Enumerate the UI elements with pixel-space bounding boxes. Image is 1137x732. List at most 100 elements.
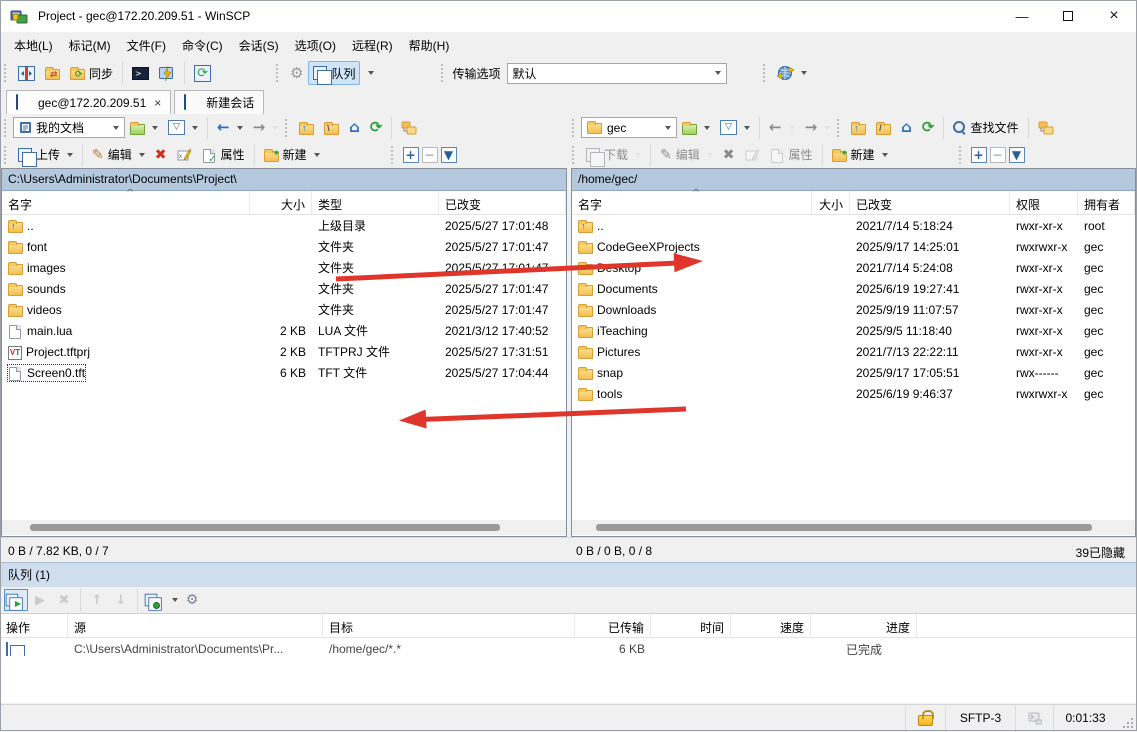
download-button[interactable]: 下载 bbox=[581, 143, 646, 167]
synchronize-button[interactable]: ⟳ 同步 bbox=[65, 61, 118, 85]
right-refresh-button[interactable]: ⟳ bbox=[917, 116, 940, 140]
file-row[interactable]: Desktop2021/7/14 5:24:08rwxr-xr-xgec bbox=[572, 257, 1135, 278]
refresh-button[interactable]: ⟳ bbox=[189, 61, 216, 85]
column-header-1[interactable]: 大小 bbox=[250, 191, 312, 214]
queue-column-header-2[interactable]: 目标 bbox=[323, 614, 575, 637]
left-collapse-button[interactable]: − bbox=[422, 147, 438, 163]
right-tree-button[interactable] bbox=[1033, 116, 1059, 140]
left-forward-button[interactable]: → bbox=[248, 116, 284, 140]
open-console-button[interactable]: > bbox=[127, 61, 154, 85]
column-header-3[interactable]: 权限 bbox=[1010, 191, 1078, 214]
right-back-button[interactable]: ← bbox=[764, 116, 800, 140]
queue-dropdown-button[interactable] bbox=[360, 61, 379, 85]
left-expand-button[interactable]: + bbox=[403, 147, 419, 163]
left-root-directory-button[interactable]: \ bbox=[319, 116, 344, 140]
file-row[interactable]: ↑..上级目录2025/5/27 17:01:48 bbox=[2, 215, 566, 236]
remote-horizontal-scrollbar[interactable] bbox=[572, 520, 1135, 535]
right-forward-button[interactable]: → bbox=[800, 116, 836, 140]
file-row[interactable]: images文件夹2025/5/27 17:01:47 bbox=[2, 257, 566, 278]
transfer-preset-combo[interactable]: 默认 bbox=[507, 63, 727, 84]
left-refresh-button[interactable]: ⟳ bbox=[365, 116, 388, 140]
file-row[interactable]: tools2025/6/19 9:46:37rwxrwxr-xgec bbox=[572, 383, 1135, 404]
find-files-button[interactable]: 查找文件 bbox=[948, 116, 1023, 140]
left-rename-button[interactable]: x bbox=[172, 143, 197, 167]
queue-column-header-5[interactable]: 速度 bbox=[731, 614, 811, 637]
left-home-button[interactable]: ⌂ bbox=[344, 116, 365, 140]
file-row[interactable]: videos文件夹2025/5/27 17:01:47 bbox=[2, 299, 566, 320]
menu-item-6[interactable]: 远程(R) bbox=[344, 33, 401, 58]
file-row[interactable]: font文件夹2025/5/27 17:01:47 bbox=[2, 236, 566, 257]
file-row[interactable]: Screen0.tft6 KBTFT 文件2025/5/27 17:04:44 bbox=[2, 362, 566, 383]
file-row[interactable]: iTeaching2025/9/5 11:18:40rwxr-xr-xgec bbox=[572, 320, 1135, 341]
right-delete-button[interactable]: ✖ bbox=[718, 143, 740, 167]
right-home-button[interactable]: ⌂ bbox=[896, 116, 917, 140]
left-new-button[interactable]: ✦ 新建 bbox=[259, 143, 325, 167]
minimize-button[interactable]: — bbox=[999, 0, 1045, 32]
queue-resume-button[interactable]: ▶ bbox=[28, 589, 52, 611]
queue-column-header-3[interactable]: 已传输 bbox=[575, 614, 651, 637]
right-parent-directory-button[interactable]: ↑ bbox=[846, 116, 871, 140]
left-drive-combo[interactable]: 我的文档 bbox=[13, 117, 125, 138]
file-row[interactable]: snap2025/9/17 17:05:51rwx------gec bbox=[572, 362, 1135, 383]
right-new-button[interactable]: ✦ 新建 bbox=[827, 143, 893, 167]
queue-column-header-1[interactable]: 源 bbox=[68, 614, 323, 637]
file-row[interactable]: ↑..2021/7/14 5:18:24rwxr-xr-xroot bbox=[572, 215, 1135, 236]
maximize-button[interactable] bbox=[1045, 0, 1091, 32]
menu-item-4[interactable]: 会话(S) bbox=[231, 33, 287, 58]
file-row[interactable]: CodeGeeXProjects2025/9/17 14:25:01rwxrwx… bbox=[572, 236, 1135, 257]
close-button[interactable]: × bbox=[1091, 0, 1137, 32]
queue-column-header-4[interactable]: 时间 bbox=[651, 614, 731, 637]
left-parent-directory-button[interactable]: ↑ bbox=[294, 116, 319, 140]
queue-panel-header[interactable]: 队列 (1) bbox=[0, 562, 1137, 587]
left-filter-button[interactable]: ▽ bbox=[163, 116, 203, 140]
right-expand-button[interactable]: + bbox=[971, 147, 987, 163]
column-header-4[interactable]: 拥有者 bbox=[1078, 191, 1135, 214]
preferences-button[interactable]: ⚙ bbox=[285, 61, 308, 85]
queue-move-down-button[interactable]: ↓ bbox=[109, 589, 133, 611]
queue-toggle-button[interactable]: 队列 bbox=[308, 61, 360, 85]
right-filter-button[interactable]: ▽ bbox=[715, 116, 755, 140]
session-color-button[interactable] bbox=[772, 61, 812, 85]
right-select-button[interactable]: ▼ bbox=[1009, 147, 1025, 163]
queue-column-header-0[interactable]: 操作 bbox=[0, 614, 68, 637]
menu-item-2[interactable]: 文件(F) bbox=[119, 33, 174, 58]
commands-button[interactable] bbox=[154, 61, 180, 85]
left-tree-button[interactable] bbox=[396, 116, 422, 140]
file-row[interactable]: Downloads2025/9/19 11:07:57rwxr-xr-xgec bbox=[572, 299, 1135, 320]
left-back-button[interactable]: ← bbox=[212, 116, 248, 140]
queue-cycle-button[interactable] bbox=[142, 589, 180, 611]
left-delete-button[interactable]: ✖ bbox=[150, 143, 172, 167]
left-select-button[interactable]: ▼ bbox=[441, 147, 457, 163]
column-header-2[interactable]: 已改变 bbox=[850, 191, 1010, 214]
left-edit-button[interactable]: ✎ 编辑 bbox=[87, 143, 150, 167]
file-row[interactable]: Documents2025/6/19 19:27:41rwxr-xr-xgec bbox=[572, 278, 1135, 299]
column-header-1[interactable]: 大小 bbox=[812, 191, 850, 214]
right-drive-combo[interactable]: gec bbox=[581, 117, 677, 138]
column-header-3[interactable]: 已改变 bbox=[439, 191, 566, 214]
new-session-tab[interactable]: 新建会话 bbox=[174, 90, 264, 114]
queue-delete-button[interactable]: ✖ bbox=[52, 589, 76, 611]
close-session-icon[interactable]: × bbox=[154, 96, 161, 110]
menu-item-0[interactable]: 本地(L) bbox=[6, 33, 61, 58]
resize-grip[interactable] bbox=[1121, 716, 1135, 730]
right-rename-button[interactable] bbox=[740, 143, 765, 167]
right-properties-button[interactable]: 属性 bbox=[765, 143, 818, 167]
menu-item-3[interactable]: 命令(C) bbox=[174, 33, 231, 58]
queue-item-row[interactable]: C:\Users\Administrator\Documents\Pr.../h… bbox=[0, 638, 1137, 660]
remote-path-bar[interactable]: /home/gec/ bbox=[572, 169, 1135, 191]
right-open-directory-button[interactable] bbox=[677, 116, 715, 140]
right-root-directory-button[interactable]: / bbox=[871, 116, 896, 140]
menu-item-5[interactable]: 选项(O) bbox=[287, 33, 344, 58]
right-edit-button[interactable]: ✎ 编辑 bbox=[655, 143, 718, 167]
left-open-directory-button[interactable] bbox=[125, 116, 163, 140]
local-path-bar[interactable]: C:\Users\Administrator\Documents\Project… bbox=[2, 169, 566, 191]
queue-show-button[interactable]: ▶ bbox=[4, 589, 28, 611]
upload-button[interactable]: 上传 bbox=[13, 143, 78, 167]
file-row[interactable]: Pictures2021/7/13 22:22:11rwxr-xr-xgec bbox=[572, 341, 1135, 362]
queue-move-up-button[interactable]: ↑ bbox=[85, 589, 109, 611]
menu-item-7[interactable]: 帮助(H) bbox=[401, 33, 458, 58]
file-row[interactable]: VTProject.tftprj2 KBTFTPRJ 文件2025/5/27 1… bbox=[2, 341, 566, 362]
file-row[interactable]: sounds文件夹2025/5/27 17:01:47 bbox=[2, 278, 566, 299]
file-row[interactable]: main.lua2 KBLUA 文件2021/3/12 17:40:52 bbox=[2, 320, 566, 341]
right-collapse-button[interactable]: − bbox=[990, 147, 1006, 163]
